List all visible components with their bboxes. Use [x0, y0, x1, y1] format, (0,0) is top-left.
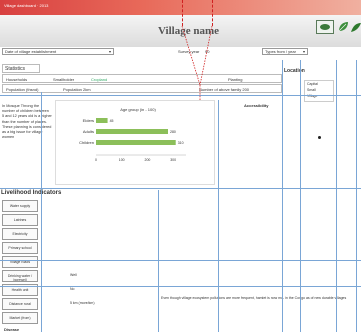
callout-lines — [181, 25, 213, 100]
